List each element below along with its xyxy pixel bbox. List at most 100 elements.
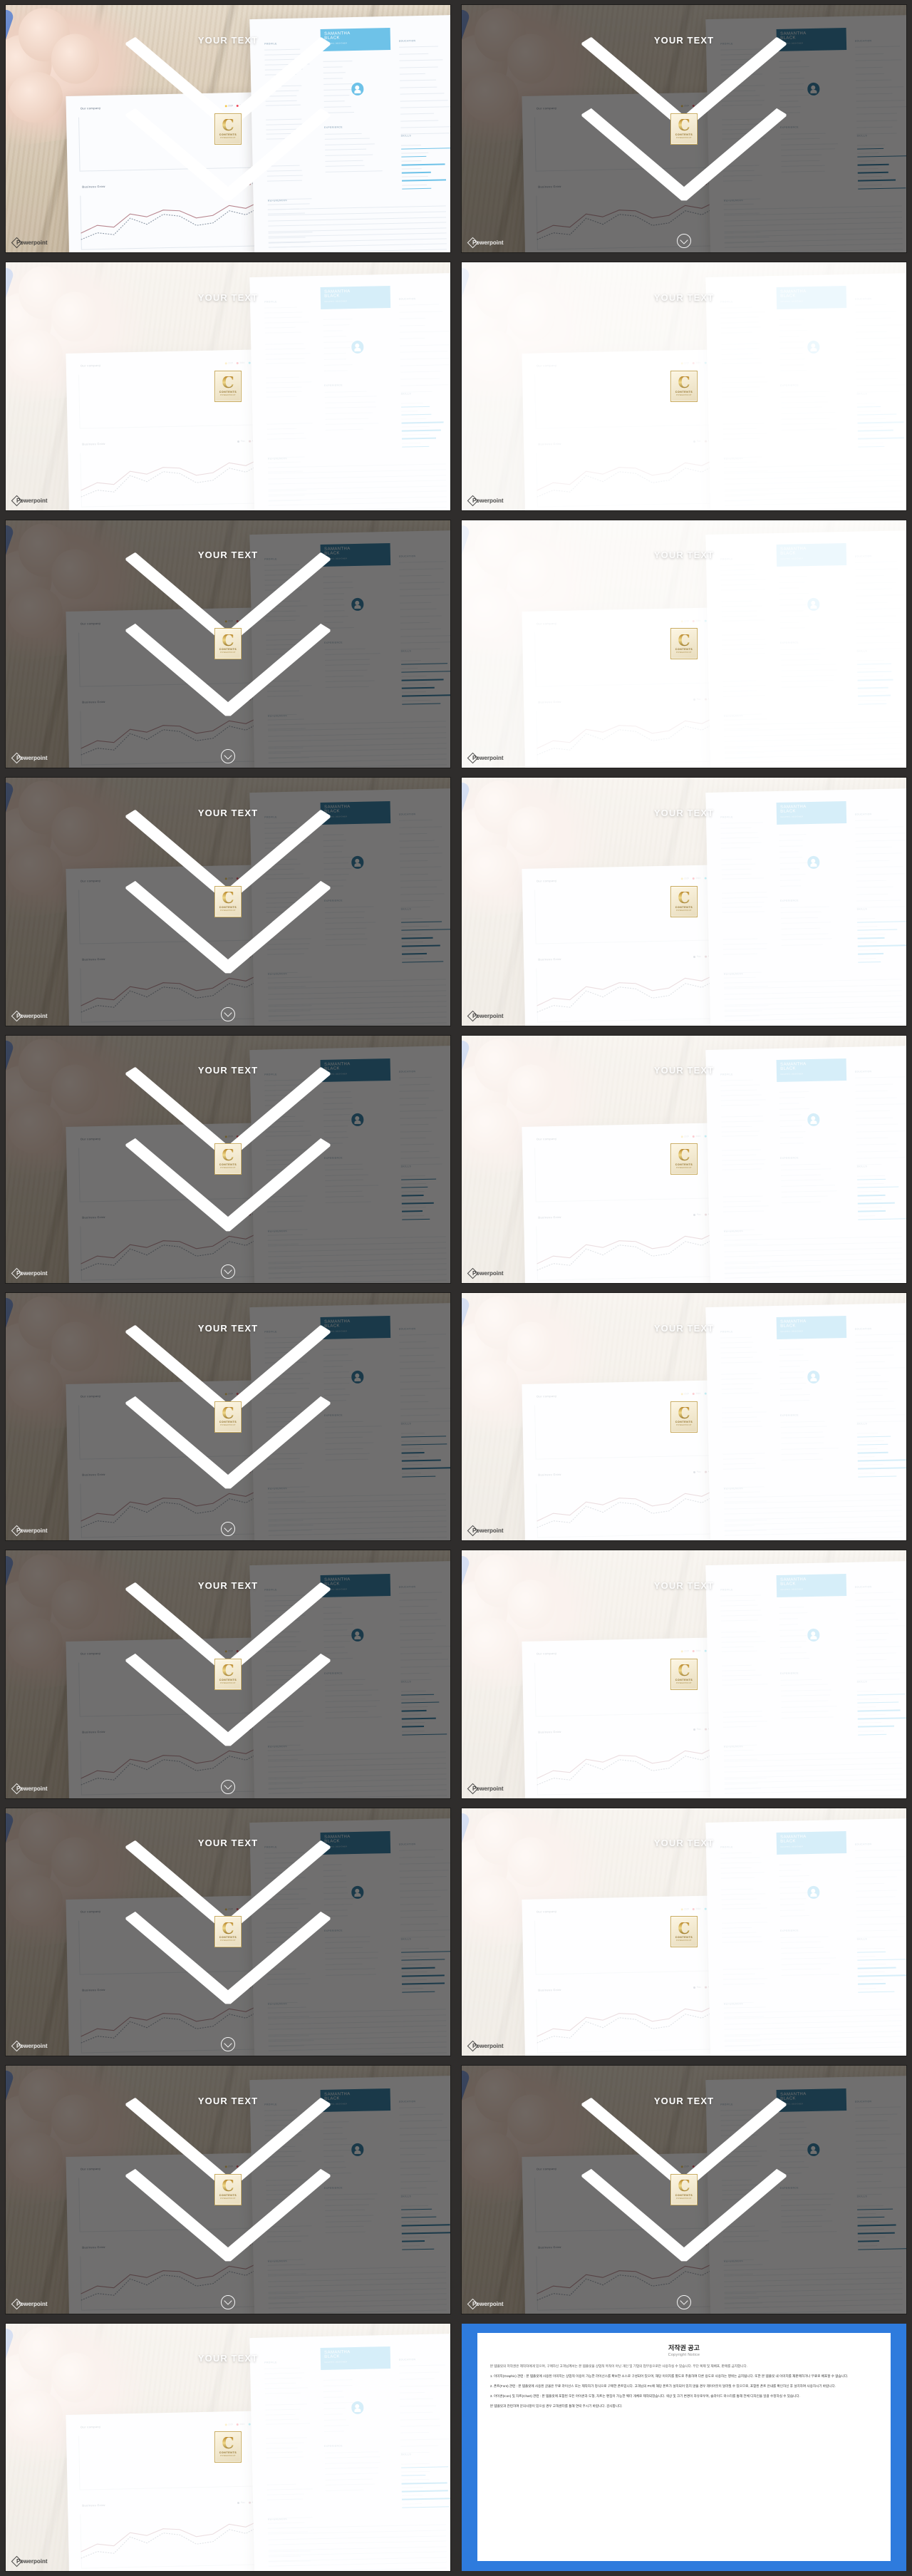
chevron-down-circle-icon[interactable] — [677, 234, 691, 248]
skill-label — [857, 1441, 885, 1442]
legend-item: Plan — [694, 1212, 702, 1215]
section-heading: EXPERIENCE — [324, 2187, 343, 2190]
text-line — [856, 575, 884, 577]
slide-preview[interactable]: Our company201520162017Business GrowPlan… — [6, 5, 450, 252]
chevron-down-circle-icon[interactable] — [221, 1007, 235, 1021]
text-line — [266, 1894, 299, 1895]
text-line — [780, 885, 801, 887]
text-line — [268, 1983, 309, 1984]
slide-cell-9[interactable]: Our company201520162017Business GrowPlan… — [0, 1031, 456, 1288]
legend-item: 2016 — [237, 361, 244, 364]
slide-preview[interactable]: Our company201520162017Business GrowPlan… — [6, 262, 450, 510]
text-line — [266, 1120, 304, 1122]
slide-preview[interactable]: Our company201520162017Business GrowPlan… — [462, 1293, 906, 1540]
text-line — [266, 1898, 306, 1900]
slide-preview[interactable]: Our company201520162017Business GrowPlan… — [6, 1293, 450, 1540]
chevron-down-circle-icon[interactable] — [677, 2295, 691, 2309]
slide-preview[interactable]: Our company201520162017Business GrowPlan… — [6, 1808, 450, 2056]
slide-preview[interactable]: Our company201520162017Business GrowPlan… — [462, 1550, 906, 1798]
text-line — [779, 2150, 807, 2152]
slide-cell-14[interactable]: Our company201520162017Business GrowPlan… — [456, 1545, 912, 1803]
text-line — [269, 748, 303, 749]
slide-cell-16[interactable]: Our company201520162017Business GrowPlan… — [456, 1803, 912, 2061]
text-line — [780, 648, 826, 649]
slide-preview[interactable]: Our company201520162017Business GrowPlan… — [6, 520, 450, 768]
slide-preview[interactable]: Our company201520162017Business GrowPlan… — [6, 2324, 450, 2571]
resume-name-card: SAMANTHA BLACK GRAPHIC DESIGNER — [777, 2089, 847, 2113]
text-line — [722, 1384, 754, 1385]
slide-preview[interactable]: Our company201520162017Business GrowPlan… — [6, 1036, 450, 1283]
text-line — [400, 1659, 448, 1660]
contents-badge: C CONTENTS POWERPOINT — [670, 1143, 698, 1175]
slide-cell-11[interactable]: Our company201520162017Business GrowPlan… — [0, 1288, 456, 1545]
skill-label — [858, 949, 879, 951]
chart1-title: Our company — [81, 1137, 101, 1141]
slide-cell-18[interactable]: Our company201520162017Business GrowPlan… — [456, 2061, 912, 2318]
text-line — [266, 1650, 307, 1652]
slide-preview[interactable]: Our company201520162017Business GrowPlan… — [462, 1036, 906, 1283]
slide-cell-12[interactable]: Our company201520162017Business GrowPlan… — [456, 1288, 912, 1545]
text-line — [265, 589, 302, 590]
text-line — [323, 67, 343, 68]
slide-cell-13[interactable]: Our company201520162017Business GrowPlan… — [0, 1545, 456, 1803]
slide-preview[interactable]: Our company201520162017Business GrowPlan… — [6, 1550, 450, 1798]
chevron-down-circle-icon[interactable] — [221, 1522, 235, 1536]
slide-cell-10[interactable]: Our company201520162017Business GrowPlan… — [456, 1031, 912, 1288]
text-line — [325, 664, 370, 666]
slide-cell-4[interactable]: Our company201520162017Business GrowPlan… — [456, 257, 912, 515]
slide-preview[interactable]: Our company201520162017Business GrowPlan… — [462, 1808, 906, 2056]
text-line — [325, 418, 368, 419]
text-line — [323, 1103, 353, 1104]
slide-cell-5[interactable]: Our company201520162017Business GrowPlan… — [0, 515, 456, 773]
slide-cell-1[interactable]: Our company201520162017Business GrowPlan… — [0, 0, 456, 257]
slide-cell-17[interactable]: Our company201520162017Business GrowPlan… — [0, 2061, 456, 2318]
chevron-down-circle-icon[interactable] — [221, 2037, 235, 2051]
text-line — [855, 2107, 901, 2108]
section-heading: EXPERIENCE — [780, 2187, 799, 2190]
slide-cell-19[interactable]: Our company201520162017Business GrowPlan… — [0, 2319, 456, 2576]
text-line — [266, 654, 304, 655]
chevron-down-circle-icon[interactable] — [221, 749, 235, 763]
slide-preview[interactable]: Our company201520162017Business GrowPlan… — [462, 5, 906, 252]
skill-label — [858, 942, 877, 943]
footer-rule — [269, 732, 446, 736]
slide-cell-6[interactable]: Our company201520162017Business GrowPlan… — [456, 515, 912, 773]
slide-preview[interactable]: Our company201520162017Business GrowPlan… — [462, 262, 906, 510]
slide-preview[interactable]: Our company201520162017Business GrowPlan… — [462, 778, 906, 1025]
slide-cell-3[interactable]: Our company201520162017Business GrowPlan… — [0, 257, 456, 515]
footer-rule — [269, 743, 446, 747]
text-line — [401, 1930, 450, 1931]
text-line — [780, 1389, 802, 1391]
slide-preview[interactable]: Our company201520162017Business GrowPlan… — [462, 2066, 906, 2313]
slide-preview[interactable]: Our company201520162017Business GrowPlan… — [6, 2066, 450, 2313]
slide-headline: YOUR TEXT — [654, 1065, 714, 1076]
resume-name-card: SAMANTHA BLACK GRAPHIC DESIGNER — [321, 2346, 391, 2370]
text-line — [266, 2151, 301, 2153]
text-line — [324, 2173, 351, 2175]
text-line — [857, 1164, 882, 1165]
footer-rule — [725, 2304, 903, 2309]
slide-preview[interactable]: Our company201520162017Business GrowPlan… — [6, 778, 450, 1025]
slide-cell-15[interactable]: Our company201520162017Business GrowPlan… — [0, 1803, 456, 2061]
text-line — [266, 868, 295, 870]
slide-cell-8[interactable]: Our company201520162017Business GrowPlan… — [456, 773, 912, 1030]
text-line — [724, 1983, 765, 1984]
skill-bar — [858, 445, 884, 447]
text-line — [725, 237, 770, 238]
text-line — [400, 1341, 427, 1343]
slide-cell-2[interactable]: Our company201520162017Business GrowPlan… — [456, 0, 912, 257]
chevron-down-circle-icon[interactable] — [221, 2295, 235, 2309]
chevron-down-circle-icon[interactable] — [221, 1264, 235, 1279]
powerpoint-watermark: Powerpoint — [13, 1269, 48, 1277]
skill-bar — [401, 1951, 450, 1953]
chevron-down-circle-icon[interactable] — [221, 1780, 235, 1794]
text-line — [721, 2135, 757, 2136]
text-line — [265, 1853, 304, 1854]
skill-bar — [858, 1444, 888, 1446]
text-line — [722, 1379, 762, 1380]
slide-cell-7[interactable]: Our company201520162017Business GrowPlan… — [0, 773, 456, 1030]
contents-badge: C CONTENTS POWERPOINT — [670, 371, 698, 402]
slide-preview[interactable]: Our company201520162017Business GrowPlan… — [462, 520, 906, 768]
text-line — [722, 1922, 768, 1923]
text-line — [779, 1355, 804, 1356]
